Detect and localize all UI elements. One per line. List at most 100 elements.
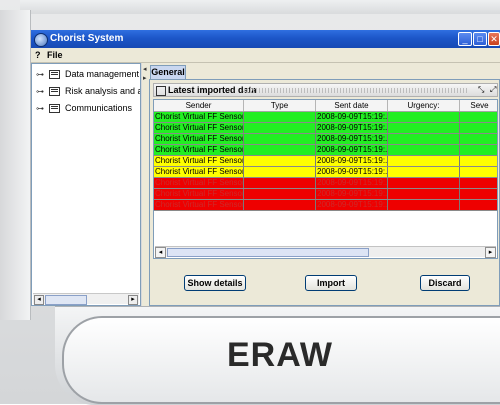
show-details-button[interactable]: Show details <box>184 275 246 291</box>
maximize-button[interactable]: □ <box>473 32 487 46</box>
tab-strip: General <box>149 63 500 80</box>
table-cell-sent-date: 2008-09-09T15:19:... <box>317 123 388 133</box>
table-row[interactable]: Chorist Virtual FF Sensor... 2008-09-09T1… <box>154 178 497 189</box>
tree-item-communications[interactable]: ⊶ Communications <box>36 102 140 116</box>
tab-content: Latest imported data ⤡ ⤢ Sender Type Sen… <box>149 79 500 306</box>
table-header: Sender Type Sent date Urgency: Seve <box>154 100 497 112</box>
table-cell-sent-date: 2008-09-09T15:19:... <box>317 189 388 199</box>
table-cell-sender: Chorist Virtual FF Sensor... <box>155 134 244 144</box>
imported-data-table: Sender Type Sent date Urgency: Seve Chor… <box>153 99 498 259</box>
tree-item-label: Communications <box>65 103 133 113</box>
menu-bar: ? File <box>31 48 500 63</box>
column-header-sender[interactable]: Sender <box>154 100 244 111</box>
table-cell-sender: Chorist Virtual FF Sensor... <box>155 167 244 177</box>
table-row[interactable]: Chorist Virtual FF Sensor... 2008-09-09T1… <box>154 134 497 145</box>
table-cell-sender: Chorist Virtual FF Sensor... <box>155 112 244 122</box>
tree-item-data-management[interactable]: ⊶ Data management <box>36 68 140 82</box>
close-button[interactable]: ✕ <box>488 32 500 46</box>
table-cell-urgency <box>388 156 460 166</box>
expand-toggle-icon[interactable]: ⊶ <box>36 70 44 79</box>
table-cell-sender: Chorist Virtual FF Sensor... <box>155 123 244 133</box>
scroll-thumb[interactable] <box>45 295 87 305</box>
minimize-frame-icon[interactable]: ⤡ <box>478 85 484 95</box>
table-cell-type <box>244 200 316 210</box>
monitor-frame: Chorist System _ □ ✕ ? File ⊶ Data manag… <box>0 0 500 405</box>
table-cell-urgency <box>388 167 460 177</box>
table-cell-urgency <box>388 112 460 122</box>
table-cell-severity <box>460 167 497 177</box>
table-cell-sender: Chorist Virtual FF Sensor... <box>155 178 244 188</box>
import-button[interactable]: Import <box>305 275 357 291</box>
navigation-tree: ⊶ Data management ⊶ Risk analysis and as… <box>31 63 141 306</box>
tab-general[interactable]: General <box>150 65 186 80</box>
folder-icon <box>49 87 60 96</box>
menu-file[interactable]: File <box>47 50 63 60</box>
discard-button[interactable]: Discard <box>420 275 470 291</box>
tree-item-risk-analysis[interactable]: ⊶ Risk analysis and asse <box>36 85 140 99</box>
table-cell-urgency <box>388 123 460 133</box>
title-grip <box>244 88 469 93</box>
table-cell-urgency <box>388 178 460 188</box>
minimize-button[interactable]: _ <box>458 32 472 46</box>
table-cell-severity <box>460 123 497 133</box>
split-pane-divider[interactable]: ◂ ▸ <box>142 63 149 306</box>
brand-logo-text: ERAW <box>227 336 333 374</box>
table-cell-sender: Chorist Virtual FF Sensor... <box>155 200 244 210</box>
table-cell-sent-date: 2008-09-09T15:19:... <box>317 156 388 166</box>
table-horizontal-scrollbar[interactable]: ◂ ▸ <box>155 246 496 258</box>
scroll-right-arrow-icon[interactable]: ▸ <box>128 295 138 305</box>
table-cell-severity <box>460 178 497 188</box>
column-header-sent-date[interactable]: Sent date <box>316 100 388 111</box>
table-cell-type <box>244 189 316 199</box>
folder-icon <box>49 104 60 113</box>
table-cell-sent-date: 2008-09-09T15:19:... <box>317 112 388 122</box>
table-cell-severity <box>460 200 497 210</box>
scroll-thumb[interactable] <box>167 248 369 257</box>
table-cell-severity <box>460 189 497 199</box>
app-window: Chorist System _ □ ✕ ? File ⊶ Data manag… <box>31 30 500 306</box>
monitor-bezel-top <box>20 0 500 14</box>
table-cell-type <box>244 112 316 122</box>
table-cell-sent-date: 2008-09-09T15:19:... <box>317 134 388 144</box>
folder-icon <box>49 70 60 79</box>
table-row[interactable]: Chorist Virtual FF Sensor... 2008-09-09T1… <box>154 112 497 123</box>
table-row[interactable]: Chorist Virtual FF Sensor... 2008-09-09T1… <box>154 123 497 134</box>
scroll-left-arrow-icon[interactable]: ◂ <box>155 247 166 258</box>
tree-horizontal-scrollbar[interactable]: ◂ ▸ <box>33 293 139 305</box>
expand-toggle-icon[interactable]: ⊶ <box>36 87 44 96</box>
maximize-frame-icon[interactable]: ⤢ <box>490 85 496 95</box>
expand-right-arrow-icon[interactable]: ▸ <box>143 74 147 82</box>
table-cell-sent-date: 2008-09-09T15:19:... <box>317 167 388 177</box>
scroll-left-arrow-icon[interactable]: ◂ <box>34 295 44 305</box>
column-header-urgency[interactable]: Urgency: <box>388 100 460 111</box>
table-cell-urgency <box>388 145 460 155</box>
table-cell-type <box>244 123 316 133</box>
table-cell-severity <box>460 112 497 122</box>
monitor-bezel-left <box>0 10 31 320</box>
table-cell-sent-date: 2008-09-09T15:19:... <box>317 145 388 155</box>
menu-help[interactable]: ? <box>35 50 41 60</box>
table-cell-sender: Chorist Virtual FF Sensor... <box>155 145 244 155</box>
table-cell-sent-date: 2008-09-09T15:19:... <box>317 200 388 210</box>
table-row[interactable]: Chorist Virtual FF Sensor... 2008-09-09T1… <box>154 200 497 211</box>
expand-toggle-icon[interactable]: ⊶ <box>36 104 44 113</box>
table-cell-urgency <box>388 189 460 199</box>
table-cell-sent-date: 2008-09-09T15:19:... <box>317 178 388 188</box>
table-row[interactable]: Chorist Virtual FF Sensor... 2008-09-09T1… <box>154 189 497 200</box>
column-header-severity[interactable]: Seve <box>460 100 497 111</box>
table-cell-urgency <box>388 200 460 210</box>
table-cell-severity <box>460 156 497 166</box>
scroll-right-arrow-icon[interactable]: ▸ <box>485 247 496 258</box>
table-cell-type <box>244 178 316 188</box>
table-row[interactable]: Chorist Virtual FF Sensor... 2008-09-09T1… <box>154 145 497 156</box>
tree-item-label: Data management <box>65 69 140 79</box>
table-cell-type <box>244 156 316 166</box>
table-row[interactable]: Chorist Virtual FF Sensor... 2008-09-09T1… <box>154 167 497 178</box>
column-header-type[interactable]: Type <box>244 100 316 111</box>
table-cell-urgency <box>388 134 460 144</box>
collapse-left-arrow-icon[interactable]: ◂ <box>143 65 147 73</box>
table-row[interactable]: Chorist Virtual FF Sensor... 2008-09-09T1… <box>154 156 497 167</box>
table-cell-sender: Chorist Virtual FF Sensor... <box>155 189 244 199</box>
table-cell-severity <box>460 134 497 144</box>
table-cell-type <box>244 145 316 155</box>
